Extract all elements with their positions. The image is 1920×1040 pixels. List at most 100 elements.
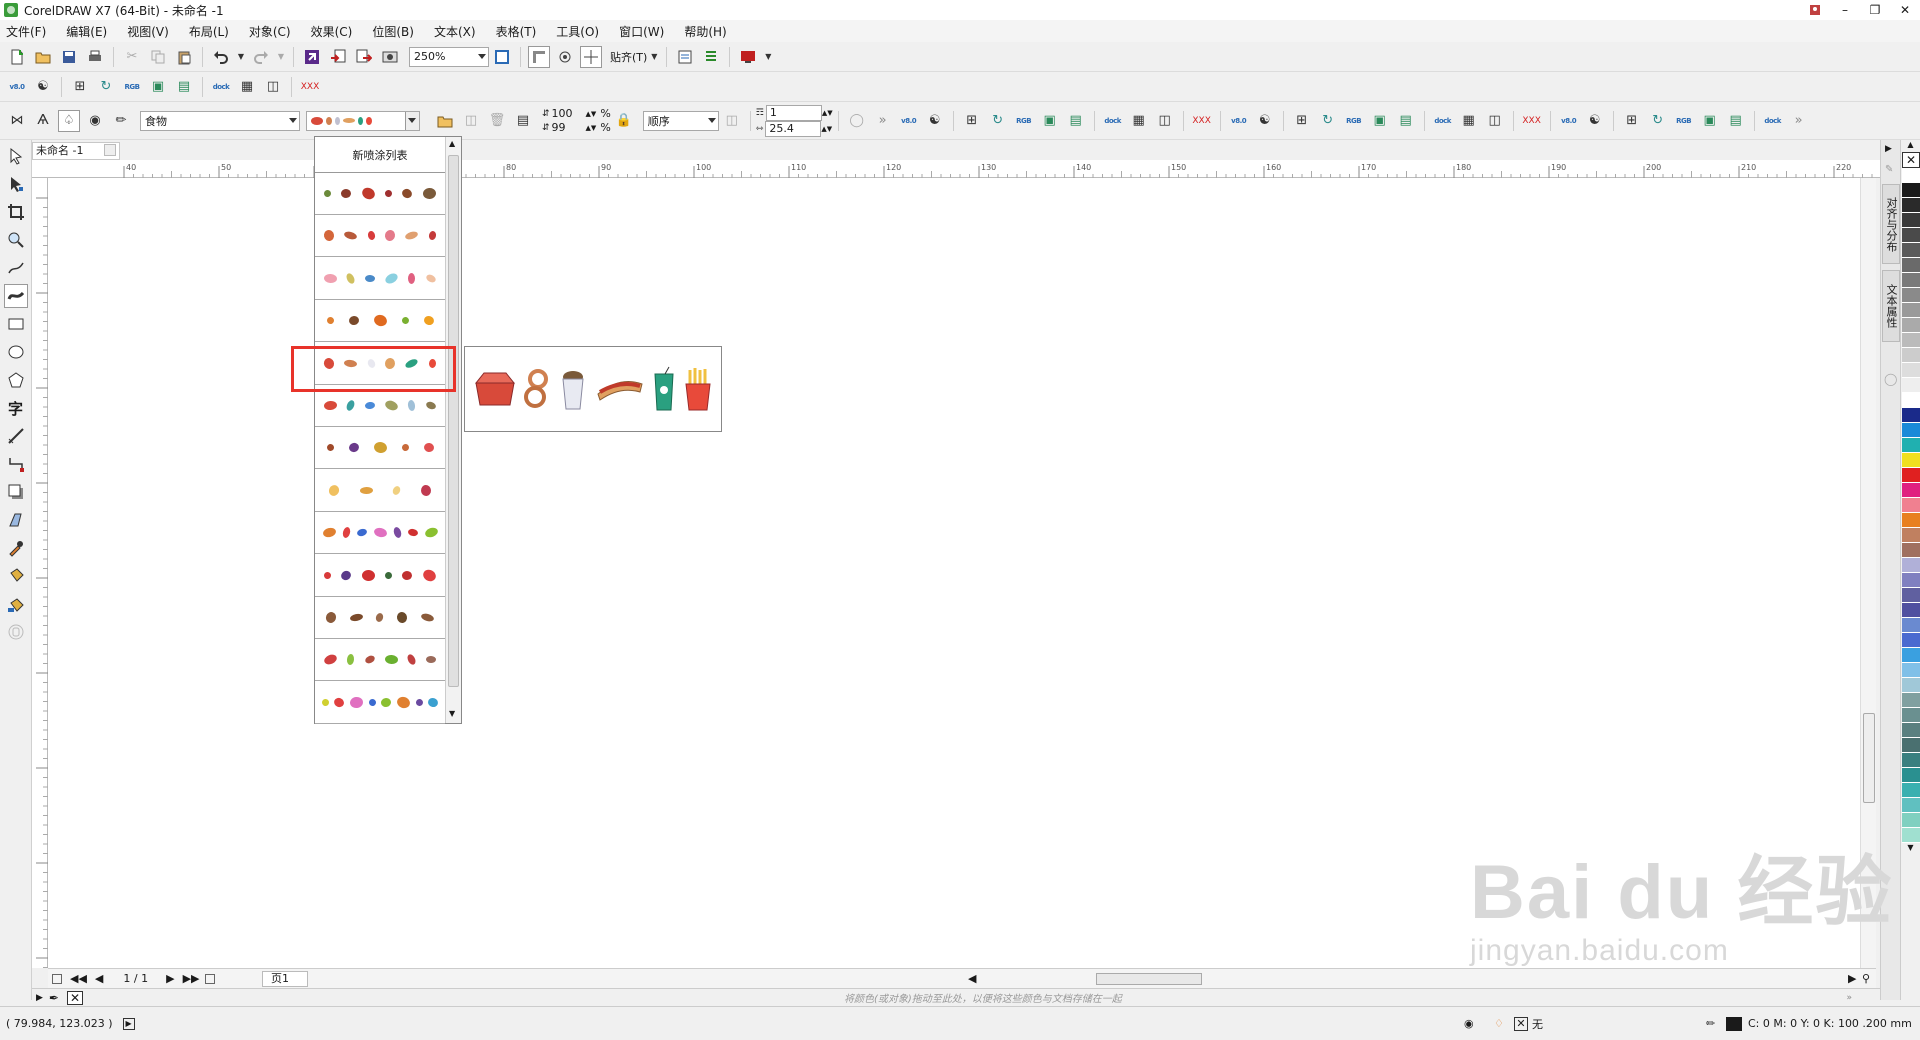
prev-page-icon[interactable]: ◀ bbox=[95, 972, 103, 985]
menu-layout[interactable]: 布局(L) bbox=[189, 23, 229, 40]
parallel-dimension-tool-icon[interactable] bbox=[4, 424, 28, 448]
group-icon[interactable]: ▤ bbox=[1725, 110, 1747, 132]
people-icon[interactable]: ☯ bbox=[924, 110, 946, 132]
palette-color-swatch[interactable] bbox=[1902, 453, 1920, 468]
fill-color-icon[interactable]: ◉ bbox=[1464, 1017, 1474, 1030]
last-page-icon[interactable]: ▶▶ bbox=[183, 972, 200, 985]
palette-color-swatch[interactable] bbox=[1902, 198, 1920, 213]
palette-color-swatch[interactable] bbox=[1902, 828, 1920, 843]
fill-bucket-icon[interactable]: ♢ bbox=[1494, 1017, 1504, 1030]
spray-list-item-drinks[interactable] bbox=[315, 470, 445, 512]
horizontal-scrollbar-thumb[interactable] bbox=[1096, 973, 1202, 985]
palette-color-swatch[interactable] bbox=[1902, 783, 1920, 798]
delete-marks-icon[interactable]: XXX bbox=[1191, 110, 1213, 132]
rectangle-tool-icon[interactable] bbox=[4, 312, 28, 336]
new-document-icon[interactable] bbox=[6, 46, 28, 68]
palette-color-swatch[interactable] bbox=[1902, 303, 1920, 318]
zoom-level-combo[interactable]: 250% bbox=[409, 46, 489, 67]
eyedropper-icon[interactable]: ✒ bbox=[49, 991, 59, 1005]
connector-tool-icon[interactable] bbox=[4, 452, 28, 476]
palette-color-swatch[interactable] bbox=[1902, 348, 1920, 363]
dropdown-scrollbar[interactable]: ▲ ▼ bbox=[445, 137, 461, 723]
text-properties-tab[interactable]: 文本属性 bbox=[1882, 270, 1900, 342]
palette-color-swatch[interactable] bbox=[1902, 723, 1920, 738]
sprayer-icon[interactable]: ♤ bbox=[58, 109, 80, 132]
freehand-tool-icon[interactable] bbox=[4, 256, 28, 280]
cycle-icon[interactable]: ↻ bbox=[1317, 110, 1339, 132]
palette-up-icon[interactable]: ▲ bbox=[1901, 140, 1920, 152]
no-color-swatch[interactable]: ✕ bbox=[66, 990, 83, 1005]
palette-color-swatch[interactable] bbox=[1902, 483, 1920, 498]
vertical-scrollbar-thumb[interactable] bbox=[1863, 713, 1875, 803]
spray-list-item-chocolate[interactable] bbox=[315, 597, 445, 639]
vertical-scrollbar[interactable] bbox=[1860, 178, 1876, 968]
vertical-ruler[interactable] bbox=[32, 178, 48, 968]
cut-icon[interactable]: ✂ bbox=[121, 46, 143, 68]
spray-list-item-peppers[interactable] bbox=[315, 639, 445, 682]
spray-list-item-vegetables[interactable] bbox=[315, 173, 445, 215]
rgb-cmyk-icon[interactable]: RGB bbox=[1013, 110, 1035, 132]
palette-color-swatch[interactable] bbox=[1902, 798, 1920, 813]
brush-icon[interactable]: Ѧ bbox=[32, 110, 54, 132]
spray-list-item-candies[interactable] bbox=[315, 427, 445, 470]
restore-button[interactable]: ❐ bbox=[1860, 0, 1890, 20]
document-tab-close-icon[interactable] bbox=[104, 144, 116, 156]
text-tool-icon[interactable]: 字 bbox=[4, 396, 28, 420]
welcome-screen-icon[interactable] bbox=[737, 46, 759, 68]
palette-color-swatch[interactable] bbox=[1902, 633, 1920, 648]
import-icon[interactable] bbox=[327, 46, 349, 68]
welcome-dropdown-icon[interactable]: ▼ bbox=[763, 46, 773, 68]
palette-color-swatch[interactable] bbox=[1902, 738, 1920, 753]
rgb-cmyk-icon[interactable]: RGB bbox=[121, 76, 143, 98]
barcode-icon[interactable]: ▦ bbox=[1458, 110, 1480, 132]
spray-list-item-gummies[interactable] bbox=[315, 682, 445, 724]
dropdown-scroll-down-icon[interactable]: ▼ bbox=[449, 709, 455, 718]
palette-color-swatch[interactable] bbox=[1902, 183, 1920, 198]
menu-object[interactable]: 对象(C) bbox=[249, 23, 291, 40]
undo-dropdown-icon[interactable]: ▼ bbox=[236, 46, 246, 68]
next-page-icon[interactable]: ▶ bbox=[166, 972, 174, 985]
smart-fill-tool-icon[interactable] bbox=[4, 592, 28, 616]
palette-color-swatch[interactable] bbox=[1902, 693, 1920, 708]
export-icon[interactable] bbox=[353, 46, 375, 68]
palette-scroll-icon[interactable]: » bbox=[1846, 993, 1852, 1003]
menu-file[interactable]: 文件(F) bbox=[6, 23, 46, 40]
spray-list-item-desserts[interactable] bbox=[315, 258, 445, 300]
palette-color-swatch[interactable] bbox=[1902, 753, 1920, 768]
show-rulers-icon[interactable] bbox=[528, 45, 550, 68]
palette-color-swatch[interactable] bbox=[1902, 438, 1920, 453]
align-distribute-tab[interactable]: 对齐与分布 bbox=[1882, 184, 1900, 264]
palette-color-swatch[interactable] bbox=[1902, 603, 1920, 618]
pressure-pen-icon[interactable]: ✏ bbox=[110, 110, 132, 132]
paste-icon[interactable] bbox=[173, 46, 195, 68]
redo-dropdown-icon[interactable]: ▼ bbox=[276, 46, 286, 68]
show-guidelines-icon[interactable] bbox=[580, 45, 602, 68]
arrange-icon[interactable]: ▣ bbox=[1369, 110, 1391, 132]
align-nodes-icon[interactable]: ⊞ bbox=[1291, 110, 1313, 132]
arrange-icon[interactable]: ▣ bbox=[1699, 110, 1721, 132]
palette-color-swatch[interactable] bbox=[1902, 273, 1920, 288]
delete-spray-icon[interactable]: 🗑 bbox=[486, 110, 508, 132]
palette-color-swatch[interactable] bbox=[1902, 648, 1920, 663]
group-icon[interactable]: ▤ bbox=[1065, 110, 1087, 132]
spray-order-select[interactable]: 顺序 bbox=[642, 110, 719, 131]
palette-color-swatch[interactable] bbox=[1902, 318, 1920, 333]
delete-marks-icon[interactable]: XXX bbox=[299, 76, 321, 98]
cycle-icon[interactable]: ↻ bbox=[1647, 110, 1669, 132]
group-icon[interactable]: ▤ bbox=[173, 76, 195, 98]
scroll-left-icon[interactable]: ◀ bbox=[968, 972, 976, 985]
docker-info-icon[interactable]: ◯ bbox=[1884, 372, 1897, 386]
palette-color-swatch[interactable] bbox=[1902, 528, 1920, 543]
menu-bitmaps[interactable]: 位图(B) bbox=[372, 23, 414, 40]
palette-color-swatch[interactable] bbox=[1902, 543, 1920, 558]
spray-pattern-select[interactable] bbox=[306, 110, 420, 131]
pattern-dropdown-button[interactable] bbox=[405, 111, 419, 130]
delete-marks-icon[interactable]: XXX bbox=[1521, 110, 1543, 132]
new-spray-list-item[interactable]: 新喷涂列表 bbox=[315, 137, 445, 173]
add-page-after-icon[interactable] bbox=[205, 973, 216, 984]
layers-icon[interactable]: ◫ bbox=[1484, 110, 1506, 132]
close-button[interactable]: ✕ bbox=[1890, 0, 1920, 20]
group-icon[interactable]: ▤ bbox=[1395, 110, 1417, 132]
palette-color-swatch[interactable] bbox=[1902, 618, 1920, 633]
shape-tool-icon[interactable] bbox=[4, 172, 28, 196]
